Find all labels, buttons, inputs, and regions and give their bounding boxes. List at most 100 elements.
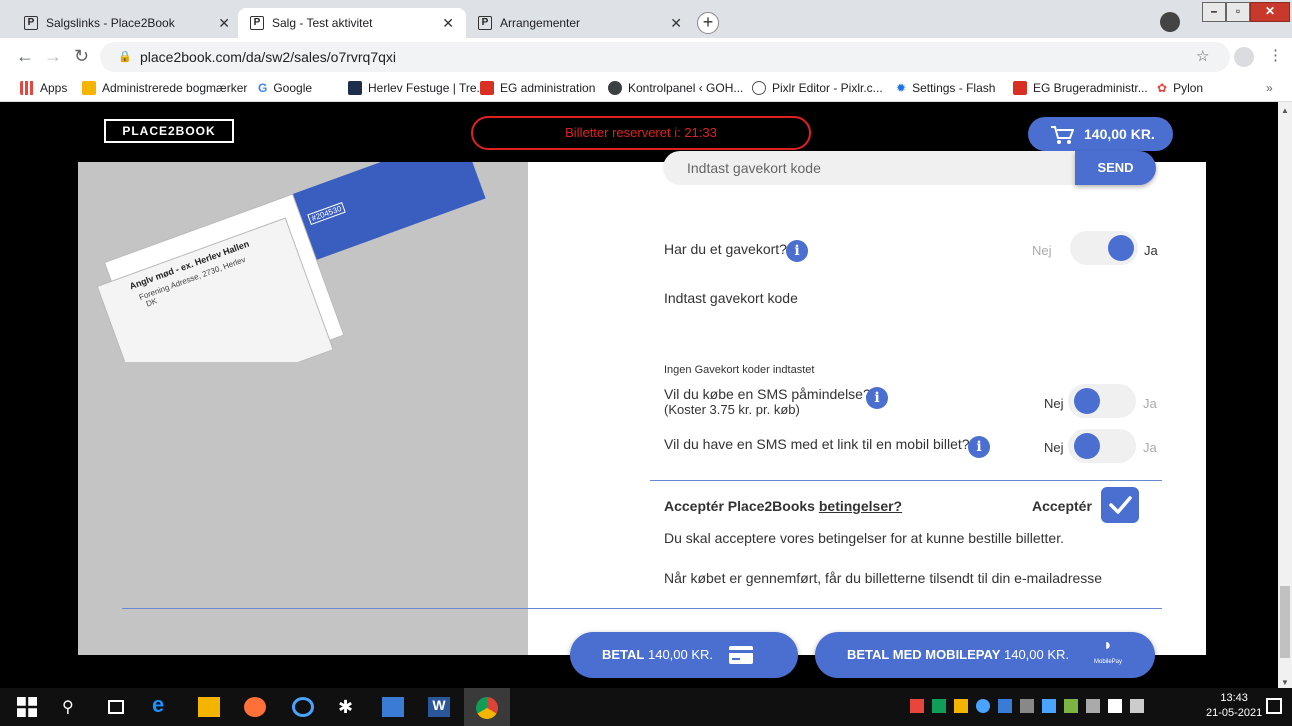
bookmark-label: Settings - Flash [912,81,996,95]
terms-link[interactable]: betingelser? [819,498,902,514]
bookmark-pylon[interactable]: ✿ Pylon [1157,81,1203,95]
scroll-down-icon[interactable]: ▼ [1281,678,1289,687]
edge-icon[interactable]: e [152,692,174,717]
sms-reminder-toggle[interactable] [1068,384,1136,418]
giftcard-code-input[interactable] [663,151,1075,185]
accept-label: Acceptér [1032,498,1092,514]
system-clock[interactable]: 13:43 21-05-2021 [1206,691,1262,721]
bookmark-label: Herlev Festuge | Tre... [368,81,487,95]
bookmark-label: EG administration [500,81,596,95]
eg-logo-icon [480,81,494,95]
close-window-button[interactable]: ✕ [1250,2,1290,22]
app-icon[interactable] [292,697,314,717]
bookmark-label: Pixlr Editor - Pixlr.c... [772,81,883,95]
info-icon[interactable]: i [866,387,888,409]
app-icon[interactable]: ✱ [338,697,360,717]
extension-icon[interactable] [1160,12,1180,32]
cart-icon [1051,126,1074,144]
maximize-button[interactable]: ▫ [1226,2,1250,22]
bookmark-label: Google [273,81,313,95]
toggle-no-label: Nej [1044,440,1064,455]
place2book-favicon-icon: P [24,16,38,30]
mobilepay-logo-text: MobilePay [1093,659,1122,665]
bookmark-eg-admin[interactable]: EG administration [480,81,595,95]
profile-avatar[interactable] [1234,47,1254,67]
tab-title: Salgslinks - Place2Book [46,16,175,30]
bookmark-administrerede[interactable]: Administrerede bogmærker [82,81,247,95]
url-input[interactable]: 🔒 place2book.com/da/sw2/sales/o7rvrq7qxi [100,42,1230,72]
windows-start-icon[interactable] [16,697,38,717]
tab-arrangementer[interactable]: P Arrangementer ✕ [466,8,694,38]
minimize-button[interactable]: – [1202,2,1226,22]
pay-label: BETAL [602,647,645,662]
new-tab-button[interactable]: + [697,12,719,34]
search-icon[interactable]: ⚲ [62,697,84,717]
word-icon[interactable]: W [428,697,450,717]
giftcard-toggle[interactable] [1070,231,1138,265]
place2book-favicon-icon: P [478,16,492,30]
file-explorer-icon[interactable] [198,697,220,717]
place2book-favicon-icon: P [250,16,264,30]
bookmark-star-icon[interactable]: ☆ [1196,47,1209,65]
terms-notice: Du skal acceptere vores betingelser for … [664,530,1064,546]
ticket-image [96,162,486,419]
credit-card-icon [729,646,753,664]
more-bookmarks-icon[interactable]: » [1266,81,1273,95]
bookmark-herlev[interactable]: Herlev Festuge | Tre... [348,81,487,95]
bookmark-google[interactable]: G Google [258,81,312,95]
bookmark-apps[interactable]: Apps [20,81,67,95]
bookmark-label: Pylon [1173,81,1204,95]
forward-icon[interactable]: → [44,46,62,67]
info-icon[interactable]: i [786,240,808,262]
info-icon[interactable]: i [968,436,990,458]
folder-icon [82,81,96,95]
close-tab-icon[interactable]: ✕ [442,15,454,32]
chrome-icon[interactable] [476,697,498,719]
pixlr-icon [752,81,766,95]
trello-icon [348,81,362,95]
send-button[interactable]: SEND [1075,151,1156,185]
page-scrollbar[interactable]: ▲ ▼ [1278,102,1292,688]
bookmark-label: EG Brugeradministr... [1033,81,1148,95]
event-image-panel: Anglv mød - ex. Herlev Hallen Forening A… [78,162,528,655]
bookmark-eg-bruger[interactable]: EG Brugeradministr... [1013,81,1148,95]
mobilepay-amount: 140,00 KR. [1000,647,1070,662]
bookmark-settings-flash[interactable]: ✹ Settings - Flash [896,81,995,95]
notifications-icon[interactable] [1266,698,1282,714]
menu-dots-icon[interactable]: ⋮ [1268,46,1283,64]
close-tab-icon[interactable]: ✕ [670,15,682,32]
back-icon[interactable]: ← [16,46,34,67]
place2book-logo[interactable]: PLACE2BOOK [104,119,234,143]
toggle-knob [1108,235,1134,261]
tab-salgslinks[interactable]: P Salgslinks - Place2Book ✕ [12,8,242,38]
accept-checkbox[interactable] [1101,487,1139,523]
google-icon: G [258,81,268,95]
task-view-icon[interactable] [108,700,124,714]
bookmark-kontrolpanel[interactable]: Kontrolpanel ‹ GOH... [608,81,743,95]
bookmark-label: Apps [40,81,68,95]
toggle-knob [1074,388,1100,414]
mobilepay-label: BETAL MED MOBILEPAY [847,647,1001,662]
sms-link-toggle[interactable] [1068,429,1136,463]
firefox-icon[interactable] [244,697,266,717]
scroll-thumb[interactable] [1280,586,1290,658]
apps-grid-icon [20,81,34,95]
clock-time: 13:43 [1220,692,1248,704]
network-drive-icon[interactable] [382,697,404,717]
close-tab-icon[interactable]: ✕ [218,15,230,32]
tray-icons[interactable] [910,699,1146,715]
cart-button[interactable]: 140,00 KR. [1028,117,1173,151]
tab-strip: P Salgslinks - Place2Book ✕ P Salg - Tes… [0,0,1292,38]
scroll-up-icon[interactable]: ▲ [1281,106,1289,115]
bookmark-pixlr[interactable]: Pixlr Editor - Pixlr.c... [752,81,883,95]
tab-title: Salg - Test aktivitet [272,16,373,30]
url-text: place2book.com/da/sw2/sales/o7rvrq7qxi [140,49,397,65]
mobilepay-logo-icon: ◗ MobilePay [1090,636,1126,668]
windows-taskbar: ⚲ e ✱ W 13:43 21-05-2021 [0,688,1292,726]
tab-salg-test[interactable]: P Salg - Test aktivitet ✕ [238,8,466,38]
toggle-yes-label: Ja [1144,243,1158,258]
reload-icon[interactable]: ↻ [74,46,89,67]
giftcard-code-label: Indtast gavekort kode [664,290,798,306]
pay-mobilepay-button[interactable]: BETAL MED MOBILEPAY 140,00 KR. ◗ MobileP… [815,632,1155,678]
pay-card-button[interactable]: BETAL 140,00 KR. [570,632,798,678]
